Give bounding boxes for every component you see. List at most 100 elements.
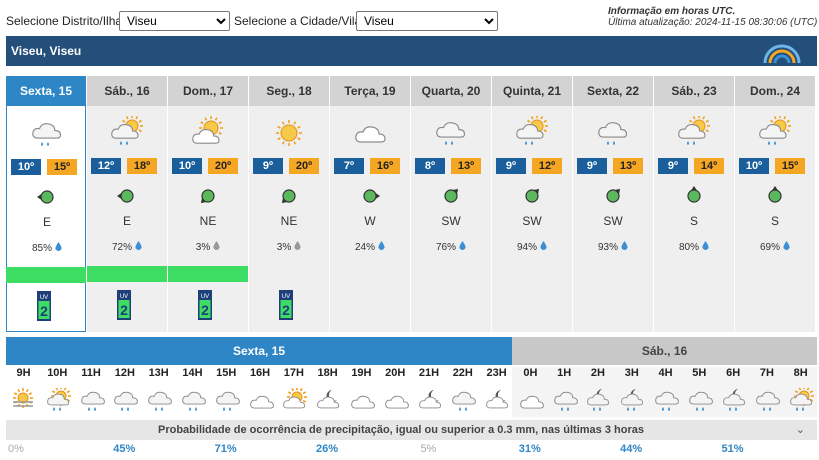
- day-column[interactable]: Seg., 18 9º 20º NE 3% UV 2: [249, 76, 329, 332]
- hour-labels: 9H 10H 11H 12H 13H 14H 15H 16H 17H 18H 19H 20H 21H 22…: [6, 367, 817, 383]
- svg-text:UV: UV: [282, 294, 290, 300]
- district-label: Selecione Distrito/Ilha:: [6, 14, 126, 28]
- daily-forecast: Sexta, 15 10º 15º E 85% UV 2 Sáb., 16 12º 18º E 72%…: [6, 76, 817, 334]
- day-column[interactable]: Dom., 17 10º 20º NE 3% UV 2: [168, 76, 248, 332]
- hour-label: 3H: [624, 367, 639, 379]
- rain-icon: [210, 384, 243, 416]
- min-temp: 8º: [415, 158, 445, 174]
- precip-prob-value: 51%: [721, 443, 744, 455]
- hour-label: 4H: [658, 367, 673, 379]
- day-tab[interactable]: Sáb., 16: [87, 76, 167, 106]
- svg-text:UV: UV: [120, 294, 128, 300]
- day-tab[interactable]: Quinta, 21: [492, 76, 572, 106]
- day-tab[interactable]: Sáb., 23: [654, 76, 734, 106]
- wind-direction: E: [42, 215, 51, 229]
- sun-rain-cloud-icon: [107, 115, 147, 150]
- max-temp: 13º: [613, 158, 643, 174]
- hourly-day-headers: Sexta, 15 Sáb., 16: [6, 337, 817, 365]
- day-tab[interactable]: Quarta, 20: [411, 76, 491, 106]
- day-column[interactable]: Quarta, 20 8º 13º SW 76%: [411, 76, 491, 332]
- air-quality-bar: [87, 266, 167, 282]
- precip-prob-value: 31%: [518, 443, 541, 455]
- wind-direction-icon: [438, 186, 464, 206]
- wind-direction: NE: [280, 214, 298, 228]
- max-temp: 15º: [775, 158, 805, 174]
- precip-value: 3%: [195, 242, 211, 253]
- hourly-day2-tab[interactable]: Sáb., 16: [512, 337, 817, 365]
- max-temp: 18º: [127, 158, 157, 174]
- air-quality-bar: [168, 266, 248, 282]
- svg-text:UV: UV: [40, 295, 48, 301]
- wind-direction-icon: [681, 186, 707, 206]
- precip-value: 85%: [31, 243, 52, 254]
- hour-label: 6H: [726, 367, 741, 379]
- precip-value: 80%: [678, 242, 699, 253]
- day-tab[interactable]: Dom., 24: [735, 76, 815, 106]
- hourly-day1-tab[interactable]: Sexta, 15: [6, 337, 512, 365]
- day-tab[interactable]: Dom., 17: [168, 76, 248, 106]
- hour-label: 1H: [557, 367, 572, 379]
- precip-prob-value: 71%: [214, 443, 237, 455]
- rain-icon: [75, 384, 108, 416]
- chevron-down-icon[interactable]: ⌄: [796, 423, 805, 436]
- sun-cloud-icon: [188, 116, 228, 150]
- day-column[interactable]: Sexta, 15 10º 15º E 85% UV 2: [6, 76, 86, 332]
- sun-cloud-icon: [277, 384, 310, 416]
- day-column[interactable]: Sáb., 16 12º 18º E 72% UV 2: [87, 76, 167, 332]
- precip-probability: 3%: [168, 241, 248, 253]
- day-column[interactable]: Sexta, 22 9º 13º SW 93%: [573, 76, 653, 332]
- precip-prob-values: 0% 45% 71% 26% 5% 31% 44% 51%: [6, 441, 817, 457]
- precip-value: 94%: [516, 242, 537, 253]
- hour-label: 0H: [523, 367, 538, 379]
- day-tab[interactable]: Sexta, 22: [573, 76, 653, 106]
- moon-rain-icon: [615, 384, 648, 416]
- max-temp: 15º: [47, 159, 77, 175]
- wind-direction: S: [770, 214, 779, 228]
- hour-label: 12H: [114, 367, 135, 379]
- hourly-icons: [6, 384, 817, 416]
- precip-value: 3%: [276, 242, 292, 253]
- precip-prob-header[interactable]: Probabilidade de ocorrência de precipita…: [6, 420, 817, 440]
- uv-index-icon: UV 2: [198, 290, 212, 320]
- ipma-logo-icon: [763, 44, 801, 64]
- day-tab[interactable]: Seg., 18: [249, 76, 329, 106]
- moon-cloud-icon: [480, 384, 513, 416]
- rain-icon: [176, 384, 209, 416]
- location-title-bar: Viseu, Viseu: [6, 36, 817, 66]
- day-tab[interactable]: Terça, 19: [330, 76, 410, 106]
- city-label: Selecione a Cidade/Vila:: [234, 14, 365, 28]
- raindrop-icon: [132, 241, 142, 253]
- hour-label: 2H: [590, 367, 605, 379]
- hour-label: 20H: [385, 367, 406, 379]
- rain-icon: [750, 384, 783, 416]
- temperature-range: 9º 14º: [654, 158, 734, 174]
- precip-value: 69%: [759, 242, 780, 253]
- cloud-icon: [345, 384, 378, 416]
- wind-direction-icon: [195, 186, 221, 206]
- precip-prob-value: 26%: [316, 443, 339, 455]
- raindrop-icon: [210, 241, 220, 253]
- wind-direction: SW: [522, 214, 542, 228]
- hour-label: 23H: [486, 367, 507, 379]
- temperature-range: 10º 15º: [735, 158, 815, 174]
- min-temp: 10º: [11, 159, 41, 175]
- district-select[interactable]: Viseu: [119, 11, 230, 31]
- temperature-range: 10º 15º: [7, 159, 87, 175]
- max-temp: 13º: [451, 158, 481, 174]
- hour-label: 16H: [249, 367, 271, 379]
- hour-label: 11H: [81, 367, 101, 379]
- rain-icon: [683, 384, 716, 416]
- min-temp: 10º: [172, 158, 202, 174]
- day-column[interactable]: Sáb., 23 9º 14º S 80%: [654, 76, 734, 332]
- day-tab[interactable]: Sexta, 15: [6, 76, 86, 106]
- day-column[interactable]: Terça, 19 7º 16º W 24%: [330, 76, 410, 332]
- day-column[interactable]: Quinta, 21 9º 12º SW 94%: [492, 76, 572, 332]
- day-column[interactable]: Dom., 24 10º 15º S 69%: [735, 76, 815, 332]
- min-temp: 12º: [91, 158, 121, 174]
- precip-probability: 72%: [87, 241, 167, 253]
- hour-label: 17H: [283, 367, 304, 379]
- precip-probability: 76%: [411, 241, 491, 253]
- precip-prob-value: 45%: [113, 443, 136, 455]
- wind-direction-icon: [600, 186, 626, 206]
- city-select[interactable]: Viseu: [356, 11, 498, 31]
